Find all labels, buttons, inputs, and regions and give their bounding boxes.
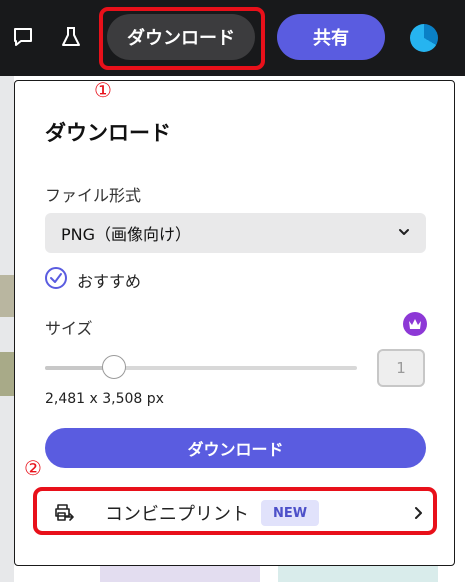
avatar[interactable] — [410, 24, 438, 52]
size-slider-track[interactable] — [45, 366, 357, 370]
file-format-value: PNG（画像向け） — [61, 225, 192, 244]
chevron-down-icon — [399, 229, 409, 235]
new-badge: NEW — [261, 500, 320, 526]
background-thumbnail — [100, 566, 260, 582]
recommended-label: おすすめ — [77, 272, 142, 291]
convenience-print-row[interactable]: コンビニプリント NEW — [45, 493, 427, 533]
panel-title: ダウンロード — [45, 121, 171, 145]
topbar-download-button[interactable]: ダウンロード — [107, 14, 255, 60]
convenience-print-label: コンビニプリント — [105, 504, 249, 525]
print-handoff-icon — [55, 504, 74, 521]
background-thumbnail — [0, 275, 14, 317]
background-thumbnail — [0, 352, 14, 396]
editor-topbar: ダウンロード 共有 — [0, 0, 465, 76]
size-label: サイズ — [45, 319, 93, 338]
background-thumbnail — [278, 566, 438, 582]
size-slider-thumb[interactable] — [101, 355, 126, 379]
download-button[interactable]: ダウンロード — [45, 428, 426, 468]
chevron-right-icon — [415, 507, 422, 519]
file-format-label: ファイル形式 — [45, 186, 142, 205]
file-format-select[interactable]: PNG（画像向け） — [45, 213, 426, 253]
crown-icon — [403, 312, 427, 336]
annotation-marker-2: ② — [24, 456, 42, 480]
flask-icon[interactable] — [58, 24, 84, 50]
check-circle-icon[interactable] — [45, 267, 67, 289]
speech-bubble-icon[interactable] — [10, 24, 36, 50]
share-button[interactable]: 共有 — [277, 14, 385, 60]
size-dimensions: 2,481 x 3,508 px — [45, 391, 164, 407]
background-page-edge — [0, 76, 14, 582]
download-panel: ダウンロード ファイル形式 PNG（画像向け） おすすめ サイズ 1 2,481… — [14, 80, 455, 566]
annotation-marker-1: ① — [94, 78, 112, 102]
size-value-input[interactable]: 1 — [377, 349, 425, 387]
